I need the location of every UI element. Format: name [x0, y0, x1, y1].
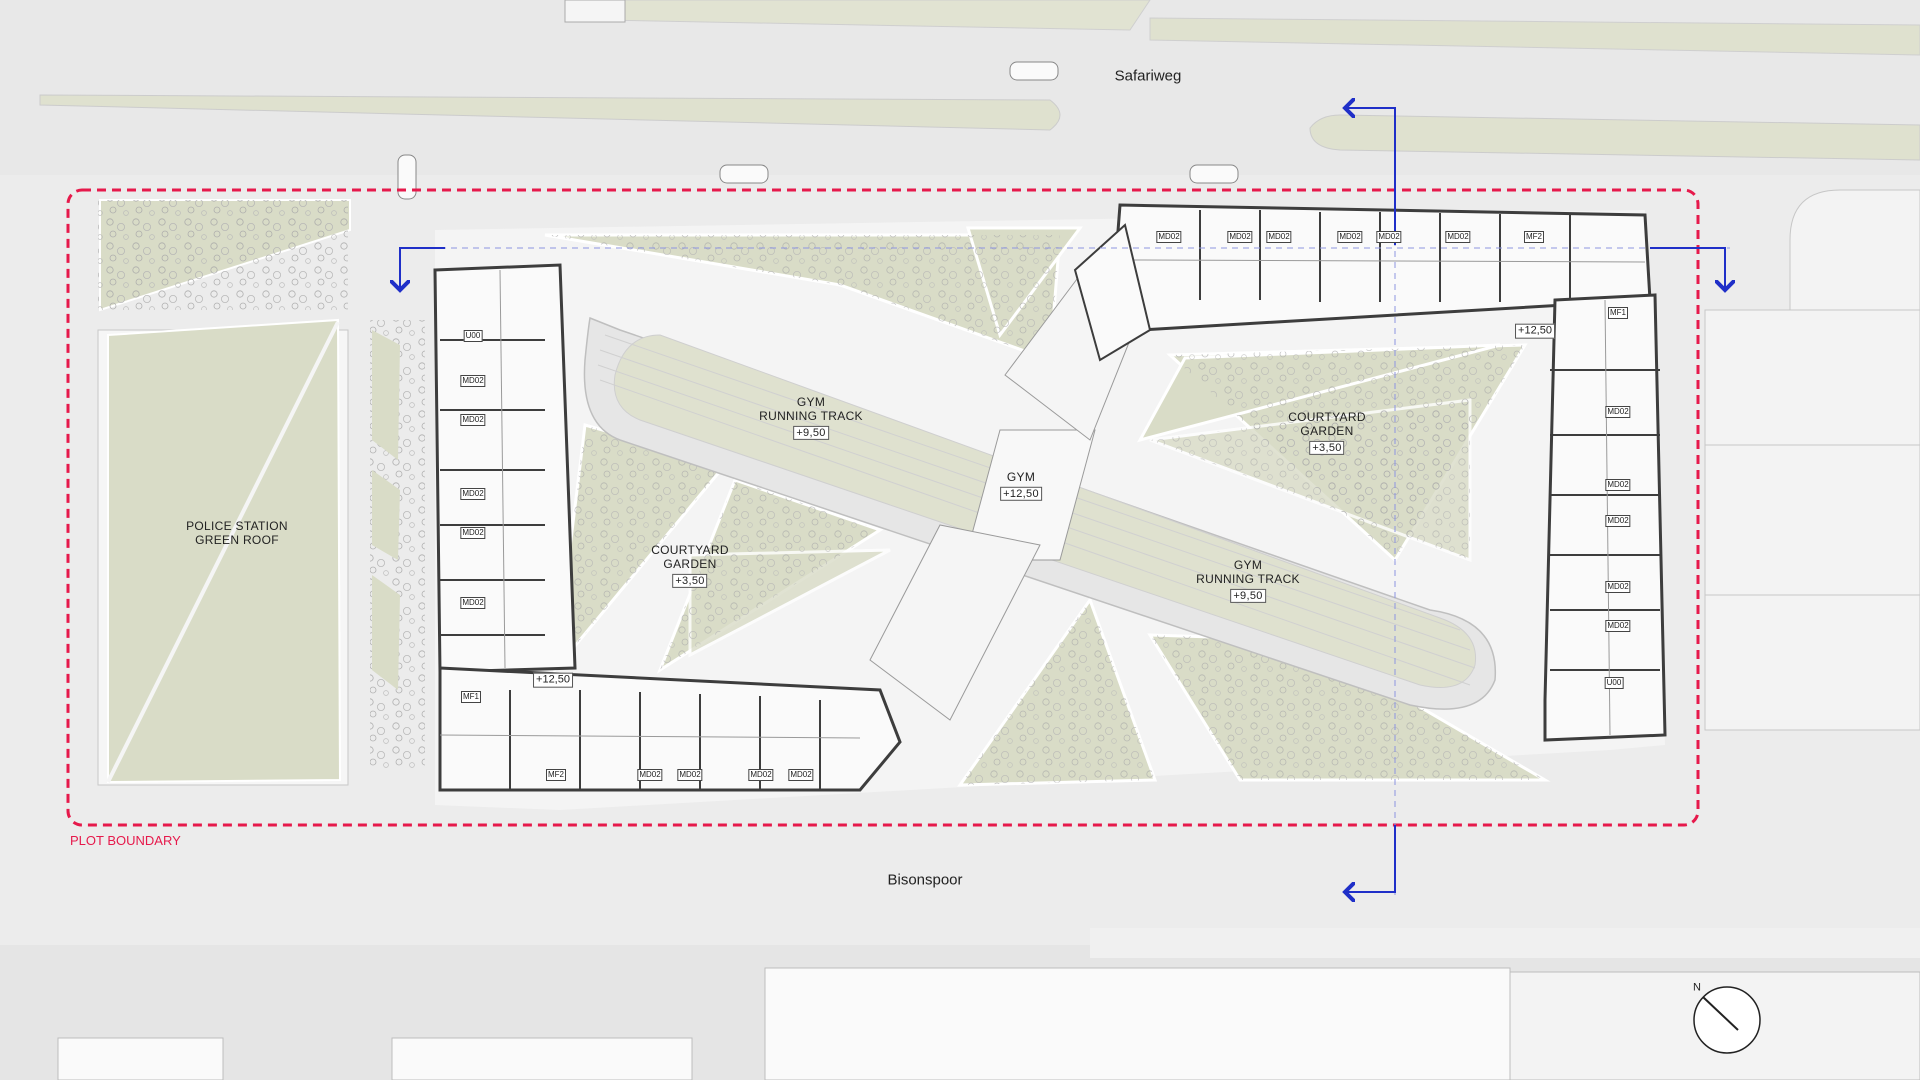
car-3: [1189, 164, 1239, 184]
east-building-3: [1704, 594, 1920, 731]
east-building-2: [1704, 444, 1920, 596]
gym-label: GYM +12,50: [1000, 469, 1042, 502]
south-building-3: [57, 1037, 224, 1080]
unit-tag-east-3: MD02: [1605, 515, 1631, 527]
track-east-line2: RUNNING TRACK: [1196, 571, 1300, 586]
unit-tag-south-3: MD02: [748, 769, 774, 781]
gym-level: +12,50: [1000, 486, 1042, 502]
gym-line1: GYM: [1006, 469, 1036, 484]
unit-tag-west-2: MD02: [460, 414, 486, 426]
unit-tag-west-0: U00: [463, 330, 483, 342]
unit-tag-west-6: MF1: [461, 691, 481, 703]
unit-tag-south-1: MD02: [637, 769, 663, 781]
car-4: [397, 154, 417, 200]
south-sidewalk: [1090, 928, 1920, 958]
track-east-line1: GYM: [1233, 557, 1263, 572]
nw-trees: [98, 200, 348, 310]
track-west-level: +9,50: [793, 425, 829, 441]
floor-level-southwest: +12,50: [533, 672, 573, 688]
police-line2: GREEN ROOF: [195, 533, 279, 547]
south-building-4: [391, 1037, 693, 1080]
building-west-wing: [433, 263, 577, 674]
unit-tag-east-4: MD02: [1605, 581, 1631, 593]
garden-west-line1: COURTYARD: [651, 542, 729, 557]
unit-tag-north-0: MD02: [1156, 231, 1182, 243]
floor-level-northeast: +12,50: [1515, 323, 1555, 339]
unit-tag-east-2: MD02: [1605, 479, 1631, 491]
track-west-line1: GYM: [796, 394, 826, 409]
unit-tag-west-4: MD02: [460, 527, 486, 539]
building-south-wing: [438, 666, 902, 792]
car-1: [1009, 61, 1059, 81]
unit-tag-north-3: MD02: [1337, 231, 1363, 243]
unit-tag-north-2: MD02: [1266, 231, 1292, 243]
unit-tag-west-1: MD02: [460, 375, 486, 387]
unit-tag-north-5: MD02: [1445, 231, 1471, 243]
plot-boundary-text: PLOT BOUNDARY: [70, 833, 181, 848]
garden-west-level: +3,50: [672, 573, 708, 589]
unit-tag-south-0: MF2: [546, 769, 566, 781]
plot-boundary-label: PLOT BOUNDARY: [70, 833, 181, 849]
west-planting-strips: [372, 330, 400, 690]
garden-east-level: +3,50: [1309, 440, 1345, 456]
garden-east-line2: GARDEN: [1300, 423, 1354, 438]
unit-tag-south-2: MD02: [677, 769, 703, 781]
car-2: [719, 164, 769, 184]
site-plan-drawing: [0, 0, 1920, 1080]
street-name-north: Safariweg: [1114, 67, 1182, 85]
east-building-1: [1704, 309, 1920, 446]
unit-tag-north-1: MD02: [1227, 231, 1253, 243]
garden-east-label: COURTYARD GARDEN +3,50: [1288, 409, 1366, 456]
track-east-label: GYM RUNNING TRACK +9,50: [1196, 557, 1300, 604]
unit-tag-east-6: U00: [1604, 677, 1624, 689]
garden-west-label: COURTYARD GARDEN +3,50: [651, 542, 729, 589]
unit-tag-west-3: MD02: [460, 488, 486, 500]
unit-tag-north-4: MD02: [1376, 231, 1402, 243]
track-west-line2: RUNNING TRACK: [759, 408, 863, 423]
site-plan: Safariweg Bisonspoor PLOT BOUNDARY POLIC…: [0, 0, 1920, 1080]
unit-tag-north-6: MF2: [1524, 231, 1544, 243]
east-building-top: [1789, 189, 1920, 311]
police-line1: POLICE STATION: [186, 519, 288, 534]
road-marker: [564, 0, 626, 23]
south-building-1: [764, 967, 1511, 1080]
north-arrow-label: N: [1693, 981, 1701, 994]
track-west-label: GYM RUNNING TRACK +9,50: [759, 394, 863, 441]
garden-west-line2: GARDEN: [663, 556, 717, 571]
street-name-south: Bisonspoor: [887, 871, 963, 889]
track-east-level: +9,50: [1230, 588, 1266, 604]
unit-tag-east-5: MD02: [1605, 620, 1631, 632]
unit-tag-east-1: MD02: [1605, 406, 1631, 418]
unit-tag-east-0: MF1: [1608, 307, 1628, 319]
unit-tag-west-5: MD02: [460, 597, 486, 609]
police-station-label: POLICE STATION GREEN ROOF: [186, 519, 288, 548]
unit-tag-south-4: MD02: [788, 769, 814, 781]
garden-east-line1: COURTYARD: [1288, 409, 1366, 424]
